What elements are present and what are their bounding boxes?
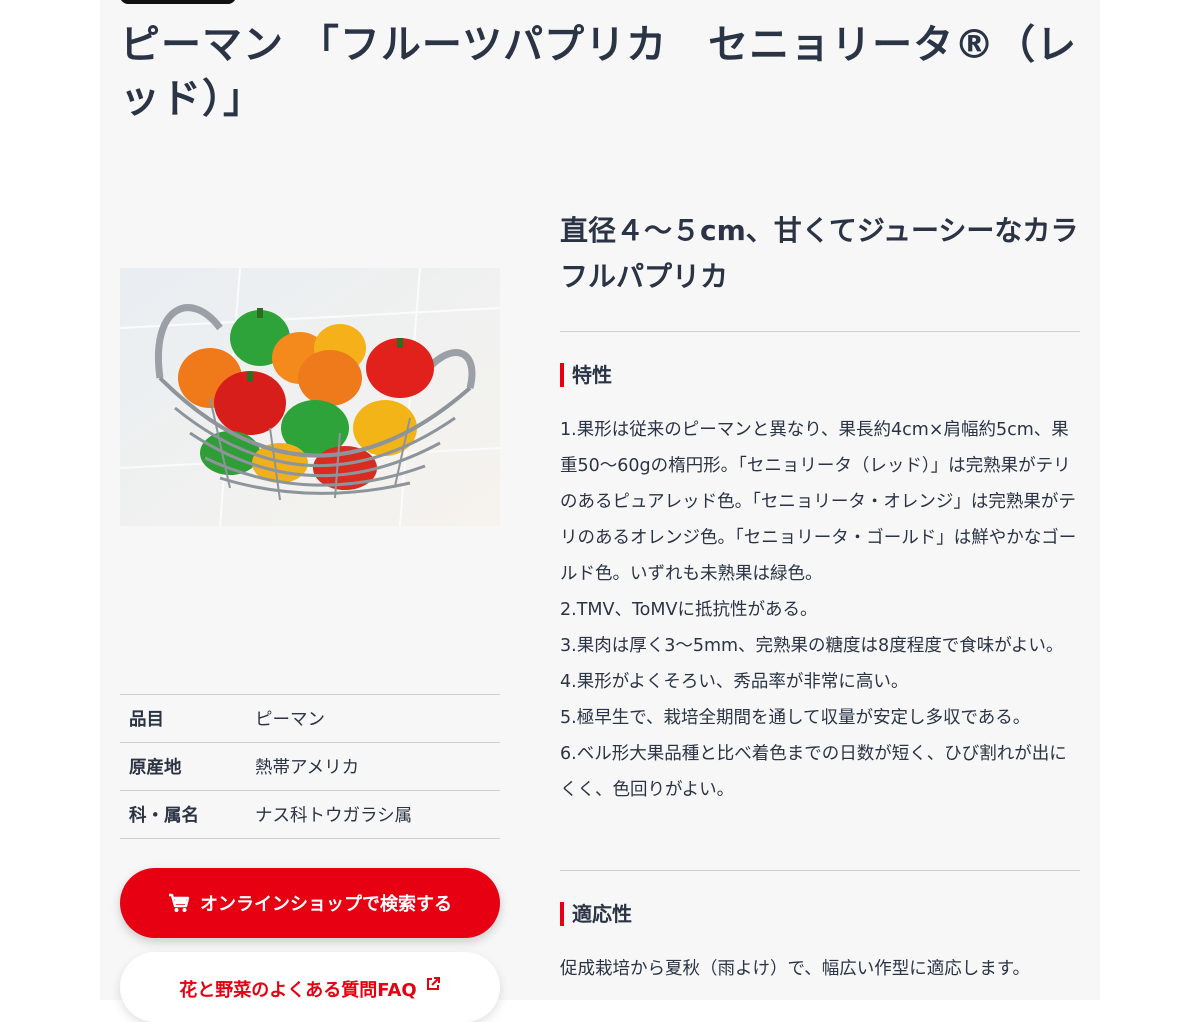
product-image	[120, 268, 500, 526]
adaptability-heading: 適応性	[560, 902, 632, 926]
list-item: 5.極早生で、栽培全期間を通して収量が安定し多収である。	[560, 708, 1031, 728]
external-link-icon	[425, 976, 441, 992]
faq-button[interactable]: 花と野菜のよくある質問FAQ	[120, 952, 500, 1022]
spec-label: 品目	[120, 694, 255, 743]
cart-icon	[168, 893, 190, 913]
list-item: 4.果形がよくそろい、秀品率が非常に高い。	[560, 672, 909, 692]
list-item: 6.ベル形大果品種と比べ着色までの日数が短く、ひび割れが出にくく、色回りがよい。	[560, 744, 1067, 800]
table-row: 品目 ピーマン	[120, 694, 500, 743]
divider	[560, 870, 1080, 871]
header-tab[interactable]	[120, 0, 236, 4]
product-tagline: 直径４～５cm、甘くてジューシーなカラフルパプリカ	[560, 214, 1079, 293]
page-title: ピーマン 「フルーツパプリカ セニョリータ®（レッド）」	[120, 22, 1078, 122]
spec-value: 熱帯アメリカ	[255, 742, 500, 791]
faq-label: 花と野菜のよくある質問FAQ	[179, 980, 417, 1001]
adaptability-text: 促成栽培から夏秋（雨よけ）で、幅広い作型に適応します。	[560, 959, 1031, 979]
pepper-basket-photo	[120, 268, 500, 526]
divider	[560, 331, 1080, 332]
features-heading: 特性	[560, 363, 612, 387]
features-list: 1.果形は従来のピーマンと異なり、果長約4cm×肩幅約5cm、果重50～60gの…	[560, 412, 1080, 808]
online-shop-label: オンラインショップで検索する	[200, 894, 452, 915]
table-row: 原産地 熱帯アメリカ	[120, 742, 500, 791]
spec-label: 原産地	[120, 742, 255, 791]
table-row: 科・属名 ナス科トウガラシ属	[120, 790, 500, 839]
list-item: 1.果形は従来のピーマンと異なり、果長約4cm×肩幅約5cm、果重50～60gの…	[560, 420, 1077, 584]
list-item: 2.TMV、ToMVに抵抗性がある。	[560, 600, 818, 620]
list-item: 3.果肉は厚く3～5mm、完熟果の糖度は8度程度で食味がよい。	[560, 636, 1064, 656]
product-panel: ピーマン 「フルーツパプリカ セニョリータ®（レッド）」 品目 ピーマン 原産地…	[100, 0, 1100, 1022]
spec-table: 品目 ピーマン 原産地 熱帯アメリカ 科・属名 ナス科トウガラシ属	[120, 694, 500, 839]
spec-label: 科・属名	[120, 790, 255, 839]
spec-value: ピーマン	[255, 694, 500, 743]
online-shop-search-button[interactable]: オンラインショップで検索する	[120, 868, 500, 938]
spec-value: ナス科トウガラシ属	[255, 790, 500, 839]
